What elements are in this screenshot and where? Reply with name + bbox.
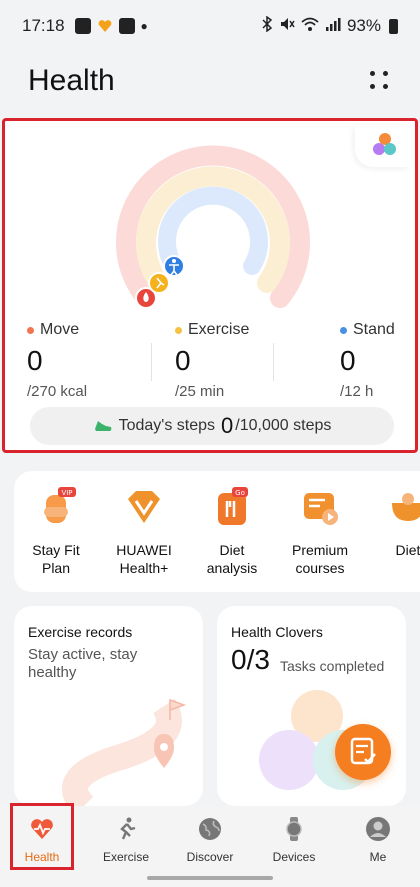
gallery-icon [118,18,135,34]
exercise-value: 0 [175,345,191,376]
exercise-ring-marker [148,272,170,294]
divider [273,343,274,381]
move-unit: /270 kcal [27,383,88,400]
stand-metric: Stand 0 /12 h [340,321,395,400]
service-label-line1: Premium [291,542,348,558]
huawei-health-plus-icon [124,487,164,527]
move-label: Move [40,321,80,338]
service-label-line2: Health+ [119,560,169,576]
activity-rings-card[interactable]: Move 0 /270 kcal Exercise 0 /25 min Stan… [2,118,418,453]
tab-devices[interactable]: Devices [252,816,336,864]
move-metric: Move 0 /270 kcal [27,321,87,400]
activity-rings [116,145,310,309]
exercise-records-card[interactable]: Exercise records Stay active, stay healt… [14,606,203,806]
tab-me[interactable]: Me [336,816,420,864]
task-list-icon [350,737,376,765]
exercise-unit: /25 min [175,383,225,400]
service-label-line1: Stay Fit [32,542,80,558]
service-label-line1: Diet [395,542,420,558]
watch-icon [281,816,307,842]
exercise-records-title: Exercise records [28,624,133,640]
heart-app-icon [97,18,113,34]
stay-fit-icon: VIP [36,487,76,527]
service-label-line2: courses [295,560,345,576]
move-value: 0 [27,345,43,376]
bluetooth-icon [261,15,273,37]
page-title: Health [28,64,115,97]
exercise-label: Exercise [188,321,250,338]
road-illustration [62,698,187,806]
tab-discover[interactable]: Discover [168,816,252,864]
home-indicator[interactable] [147,876,273,880]
tasks-fab-button[interactable] [335,724,391,780]
globe-icon [197,816,223,842]
tasks-completed-label: Tasks completed [280,658,385,674]
tab-label: Devices [272,850,316,864]
svg-text:Go: Go [235,489,245,497]
status-time: 17:18 [22,16,65,35]
exercise-dot [175,326,182,334]
battery-percent: 93% [346,16,381,35]
stand-value: 0 [340,345,356,376]
service-label-line1: Diet [219,542,245,558]
running-icon [113,816,139,842]
service-huawei-health-plus[interactable]: HUAWEI Health+ [104,487,184,577]
steps-label: Today's steps [118,417,216,434]
service-premium-courses[interactable]: Premium courses [280,487,360,577]
service-label-line1: HUAWEI [116,542,172,558]
services-card: VIP Stay Fit Plan HUAWEI Health+ Go Diet an… [14,471,420,592]
steps-value: 0 [221,413,234,438]
divider [151,343,152,381]
stand-label: Stand [353,321,395,338]
premium-courses-icon [300,487,340,527]
service-diet-analysis[interactable]: Go Diet analysis [192,487,272,577]
active-tab-highlight [10,803,74,870]
wifi-icon [301,16,319,37]
stand-dot [340,326,347,334]
clover-icon [373,133,396,155]
more-notifications-icon: ● [140,19,148,33]
svg-text:VIP: VIP [61,489,72,497]
health-clovers-card[interactable]: Health Clovers 0/3 Tasks completed [217,606,406,806]
battery-icon [389,18,398,34]
today-steps-pill[interactable]: Today's steps 0 /10,000 steps [30,407,394,445]
more-menu-icon[interactable] [368,69,392,93]
profile-icon [365,816,391,842]
shoe-icon [94,421,111,431]
steps-goal: /10,000 steps [235,417,332,434]
status-bar: 17:18 ● 93% [0,0,420,52]
stand-unit: /12 h [340,383,374,400]
service-stay-fit-plan[interactable]: VIP Stay Fit Plan [16,487,96,577]
service-label-line2: analysis [206,560,258,576]
diet-icon [388,487,420,527]
stand-ring-marker [163,255,185,277]
health-clover-button[interactable] [355,125,411,167]
tab-label: Me [369,850,387,864]
service-label-line2: Plan [41,560,71,576]
exercise-records-subtitle: Stay active, stay healthy [28,646,138,681]
app-bar: Health [0,52,420,110]
health-clovers-title: Health Clovers [231,624,323,640]
move-dot [27,326,34,334]
health-clovers-count: 0/3 [231,644,270,675]
tab-label: Exercise [102,850,149,864]
diet-analysis-icon: Go [212,487,252,527]
exercise-metric: Exercise 0 /25 min [175,321,249,400]
sigma-icon [74,18,91,34]
mute-icon [279,16,295,37]
signal-icon [325,16,341,37]
service-diet[interactable]: Diet [368,487,420,559]
tab-label: Discover [186,850,234,864]
tab-exercise[interactable]: Exercise [84,816,168,864]
